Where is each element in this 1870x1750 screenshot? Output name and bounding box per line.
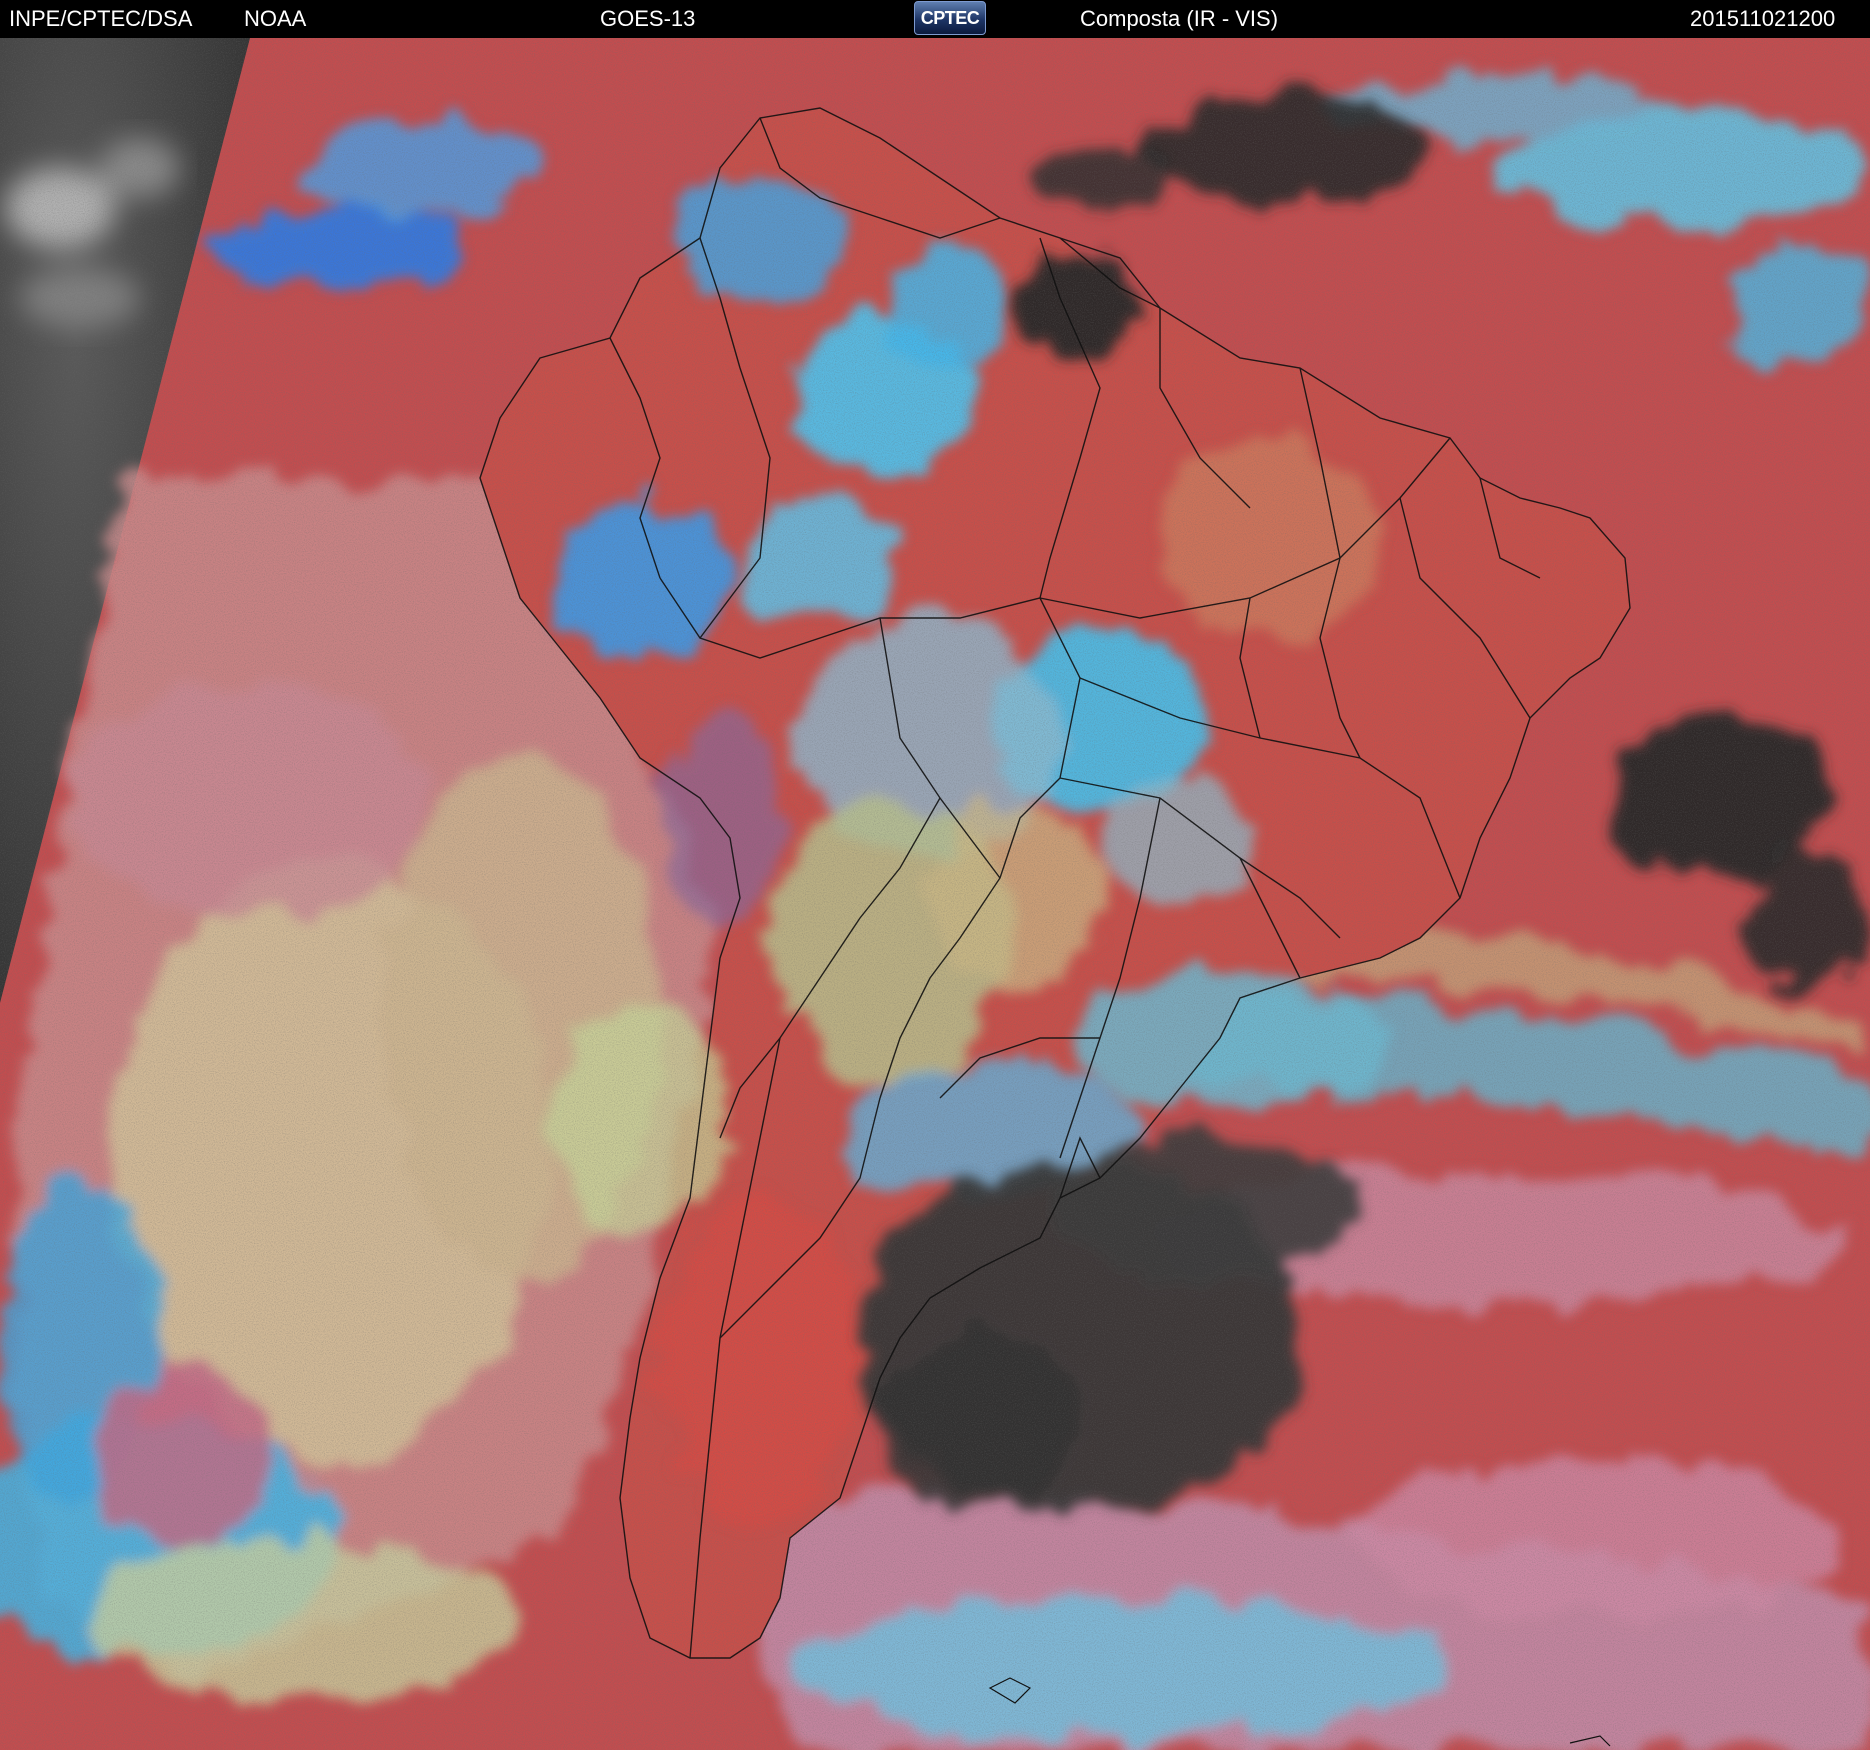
header-bar: INPE/CPTEC/DSA NOAA GOES-13 CPTEC Compos… — [0, 0, 1870, 38]
agency-label: NOAA — [244, 6, 307, 31]
product-label: Composta (IR - VIS) — [1080, 6, 1279, 31]
texture-overlay — [0, 38, 1870, 1750]
cptec-logo: CPTEC — [914, 1, 986, 35]
satellite-label: GOES-13 — [600, 6, 696, 31]
satellite-map-svg — [0, 38, 1870, 1750]
timestamp-label: 201511021200 — [1690, 6, 1836, 31]
org-label: INPE/CPTEC/DSA — [9, 6, 193, 31]
satellite-composite-image — [0, 38, 1870, 1750]
